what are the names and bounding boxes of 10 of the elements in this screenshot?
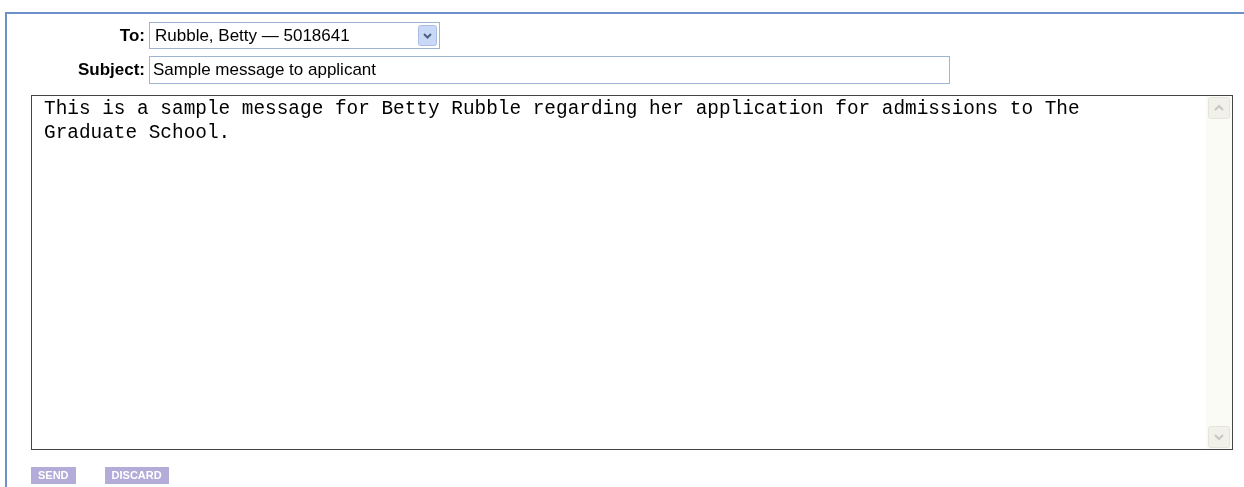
- message-text: This is a sample message for Betty Rubble regarding her application for admissions to The Graduate School.: [44, 98, 1080, 144]
- recipient-dropdown[interactable]: Rubble, Betty — 5018641: [149, 22, 440, 49]
- to-label: To:: [118, 24, 146, 47]
- arrow-up-icon[interactable]: [1208, 97, 1230, 119]
- chevron-down-icon: [418, 25, 437, 46]
- arrow-down-icon[interactable]: [1208, 426, 1230, 448]
- subject-field[interactable]: Sample message to applicant: [149, 56, 950, 84]
- subject-label: Subject:: [76, 59, 146, 82]
- scrollbar[interactable]: [1206, 96, 1232, 449]
- message-field[interactable]: This is a sample message for Betty Rubble regarding her application for admissions to The Graduate School.: [31, 95, 1233, 450]
